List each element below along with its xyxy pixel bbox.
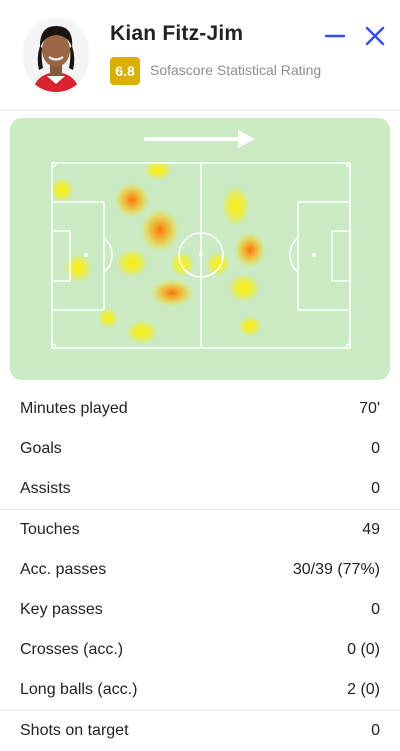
stat-value: 0 [371, 601, 380, 618]
stat-label: Shots on target [20, 722, 129, 739]
stat-value: 0 [371, 480, 380, 497]
stat-label: Key passes [20, 601, 103, 618]
player-stats: Minutes played 70' Goals 0 Assists 0 Tou… [0, 389, 400, 751]
stat-label: Touches [20, 521, 80, 538]
stat-label: Acc. passes [20, 561, 107, 578]
stat-label: Minutes played [20, 400, 128, 417]
rating-label: Sofascore Statistical Rating [150, 62, 322, 78]
stat-value: 70' [359, 400, 380, 417]
stat-value: 0 (0) [347, 641, 380, 658]
stat-row-accurate-passes: Acc. passes 30/39 (77%) [0, 550, 400, 590]
stat-row-shots-on-target: Shots on target 0 [0, 711, 400, 751]
attack-direction-arrow-icon [144, 130, 255, 148]
close-icon[interactable] [363, 24, 387, 48]
stat-label: Assists [20, 480, 71, 497]
stat-label: Goals [20, 440, 62, 457]
heatmap-pitch [50, 130, 351, 349]
stat-value: 0 [371, 440, 380, 457]
stat-row-touches: Touches 49 [0, 510, 400, 550]
stat-row-goals: Goals 0 [0, 429, 400, 469]
rating-badge: 6.8 [110, 57, 140, 85]
stat-row-key-passes: Key passes 0 [0, 590, 400, 630]
heatmap-card [10, 118, 390, 380]
stat-row-long-balls: Long balls (acc.) 2 (0) [0, 670, 400, 710]
player-photo-icon [33, 26, 79, 92]
stat-value: 49 [362, 521, 380, 538]
minimize-icon[interactable] [323, 24, 347, 48]
stat-label: Crosses (acc.) [20, 641, 124, 658]
stat-value: 30/39 (77%) [292, 561, 380, 578]
stat-row-crosses: Crosses (acc.) 0 (0) [0, 630, 400, 670]
stat-label: Long balls (acc.) [20, 681, 138, 698]
player-header: Kian Fitz-Jim 6.8 Sofascore Statistical … [0, 0, 400, 111]
stat-value: 2 (0) [347, 681, 380, 698]
stat-row-assists: Assists 0 [0, 469, 400, 509]
stat-row-minutes-played: Minutes played 70' [0, 389, 400, 429]
player-avatar [23, 18, 89, 92]
player-name: Kian Fitz-Jim [110, 22, 244, 45]
stat-value: 0 [371, 722, 380, 739]
heat-zones [50, 160, 266, 344]
